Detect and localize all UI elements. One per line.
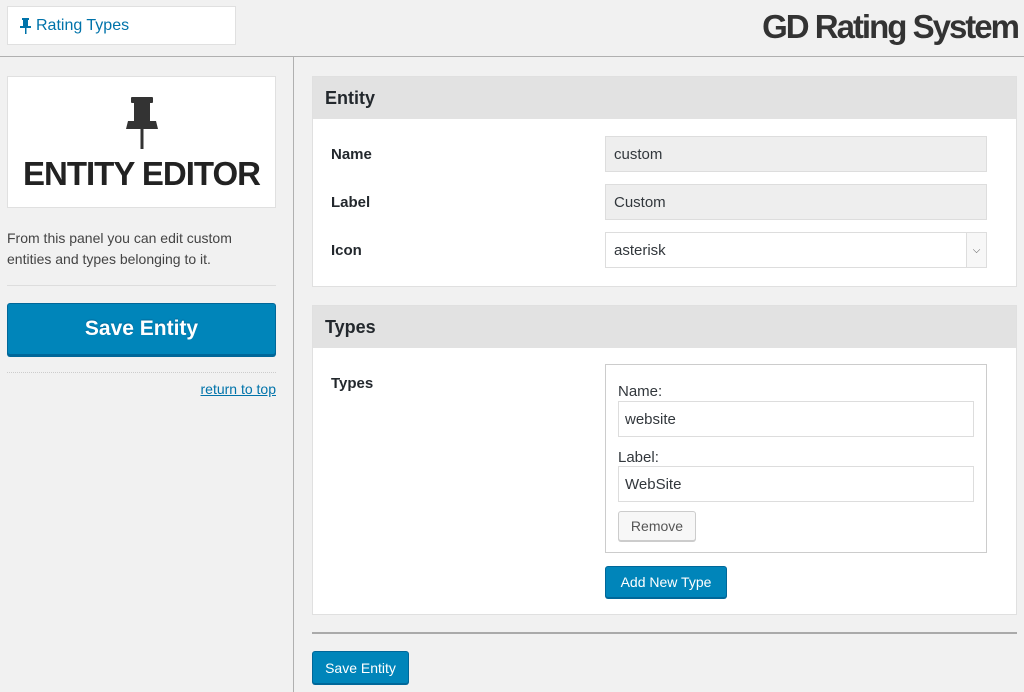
- sidebar-divider: [293, 57, 294, 692]
- types-label: Types: [331, 375, 374, 392]
- name-label: Name: [331, 146, 372, 163]
- entity-panel: Entity Name custom Label Custom Icon ast…: [312, 76, 1017, 287]
- icon-select[interactable]: asterisk ⌵: [605, 232, 987, 268]
- footer-save-entity-button[interactable]: Save Entity: [312, 651, 409, 684]
- sidebar-description: From this panel you can edit custom enti…: [7, 230, 232, 267]
- save-entity-button[interactable]: Save Entity: [7, 303, 276, 355]
- type-item: Name: website Label: WebSite Remove: [605, 364, 987, 553]
- types-panel: Types Types Name: website Label: WebSite…: [312, 305, 1017, 615]
- label-field[interactable]: Custom: [605, 184, 987, 220]
- name-field[interactable]: custom: [605, 136, 987, 172]
- breadcrumb-rating-types[interactable]: Rating Types: [7, 6, 236, 45]
- entity-name-row: Name custom: [313, 131, 1016, 179]
- pushpin-icon: [125, 97, 158, 149]
- sidebar-separator: [7, 372, 276, 373]
- pushpin-icon: [20, 17, 31, 34]
- remove-type-button[interactable]: Remove: [618, 511, 696, 541]
- sidebar-separator: [7, 285, 276, 286]
- footer-divider: [312, 632, 1017, 634]
- entity-editor-logo: ENTITY EDITOR: [7, 76, 276, 208]
- chevron-down-icon[interactable]: ⌵: [966, 233, 986, 267]
- type-label-input[interactable]: WebSite: [618, 466, 974, 502]
- entity-panel-title: Entity: [313, 77, 1016, 119]
- logo-title: ENTITY EDITOR: [23, 155, 261, 192]
- types-panel-title: Types: [313, 306, 1016, 348]
- icon-select-value: asterisk: [614, 241, 666, 259]
- return-to-top-link[interactable]: return to top: [201, 381, 277, 397]
- breadcrumb-label: Rating Types: [36, 16, 130, 34]
- header-divider: [0, 56, 1024, 57]
- type-name-input[interactable]: website: [618, 401, 974, 437]
- type-name-label: Name:: [618, 383, 663, 400]
- type-label-label: Label:: [618, 449, 659, 466]
- brand-title: GD Rating System: [762, 8, 1020, 45]
- label-label: Label: [331, 194, 371, 211]
- add-new-type-button[interactable]: Add New Type: [605, 566, 727, 598]
- icon-label: Icon: [331, 242, 362, 259]
- entity-label-row: Label Custom: [313, 179, 1016, 227]
- entity-icon-row: Icon asterisk ⌵: [313, 227, 1016, 275]
